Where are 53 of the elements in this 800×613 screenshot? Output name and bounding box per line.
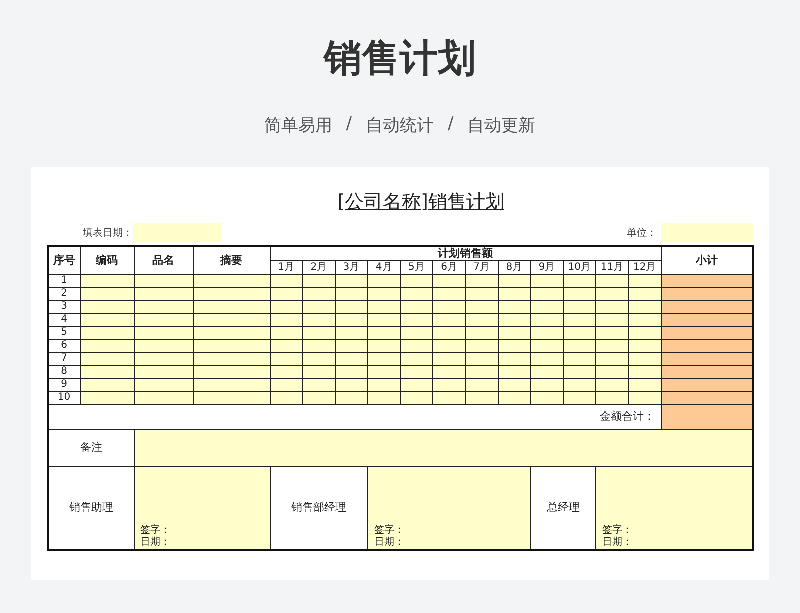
table-cell: [80, 366, 134, 378]
table-cell: [134, 340, 193, 352]
table-cell: [134, 392, 193, 404]
table-cell: [80, 378, 134, 392]
field-label: 单位：: [627, 226, 657, 240]
table-cell: [80, 300, 134, 314]
row-number: 3: [48, 300, 80, 314]
row-number: 1: [48, 274, 80, 288]
row-number: 7: [48, 352, 80, 366]
signature-field[interactable]: 签字： 日期：: [596, 466, 754, 550]
row-number: 2: [48, 288, 80, 300]
subtitle-text: /: [448, 114, 454, 136]
table-cell: [134, 314, 193, 326]
sign-label: 签字：: [602, 525, 634, 536]
unit-field[interactable]: [661, 223, 753, 242]
sign-label: 签字：: [374, 525, 406, 536]
table-cell: [134, 352, 193, 366]
date-label: 日期：: [602, 537, 634, 549]
date-label: 日期：: [140, 537, 172, 549]
table-cell: [80, 326, 134, 340]
remarks-label: 备注: [48, 430, 134, 466]
subtitle-text: 自动统计: [366, 115, 434, 137]
signature-field[interactable]: 签字： 日期：: [134, 466, 270, 550]
table-cell: [80, 392, 134, 404]
date-field[interactable]: [133, 223, 222, 242]
table-cell: [80, 352, 134, 366]
table-cell: [134, 300, 193, 314]
row-number: 4: [48, 314, 80, 326]
column-header: 序号: [48, 246, 80, 274]
table-cell: [134, 366, 193, 378]
row-number: 5: [48, 326, 80, 340]
table-cell: [80, 340, 134, 352]
sign-label: 签字：: [140, 525, 172, 536]
row-number: 10: [48, 392, 80, 404]
table-cell: [80, 288, 134, 300]
subtitle-text: 简单易用: [264, 115, 332, 137]
subtitle-text: 自动更新: [468, 115, 536, 137]
row-number: 9: [48, 378, 80, 392]
table-cell: [134, 274, 193, 288]
table-cell: [80, 274, 134, 288]
date-label: 日期：: [374, 537, 406, 549]
sheet-title: [公司名称]销售计划: [338, 190, 504, 215]
field-label: 填表日期：: [83, 226, 133, 240]
row-number: 8: [48, 366, 80, 378]
page-title: 销售计划: [324, 35, 476, 82]
column-header: 计划销售额: [270, 246, 662, 260]
signature-field[interactable]: 签字： 日期：: [368, 466, 531, 550]
subtitle-text: /: [346, 114, 352, 136]
table-cell: [134, 326, 193, 340]
table-cell: [80, 314, 134, 326]
row-number: 6: [48, 340, 80, 352]
table-cell: [134, 288, 193, 300]
table-cell: [134, 378, 193, 392]
